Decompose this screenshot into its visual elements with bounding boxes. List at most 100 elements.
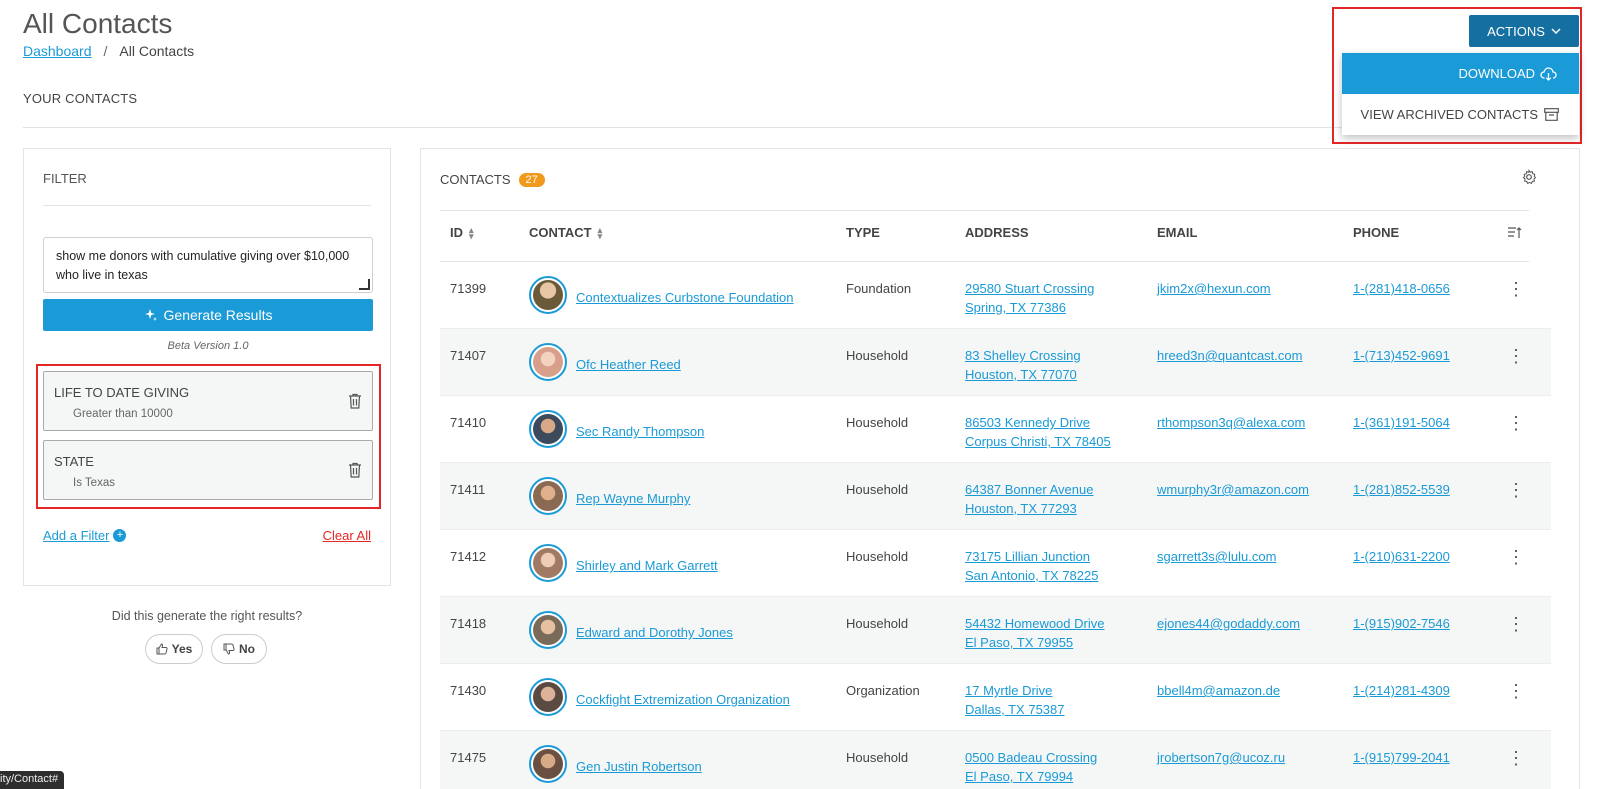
divider	[440, 210, 1529, 211]
page-title: All Contacts	[23, 8, 173, 39]
contact-name-link[interactable]: Ofc Heather Reed	[576, 357, 681, 372]
menu-item-view-archived-contacts[interactable]: VIEW ARCHIVED CONTACTS	[1342, 94, 1579, 135]
column-header-id[interactable]: ID ▴ ▾	[450, 225, 474, 240]
trash-icon[interactable]	[348, 393, 362, 409]
address-link[interactable]: 86503 Kennedy Drive Corpus Christi, TX 78…	[965, 415, 1111, 449]
filter-card-state[interactable]: STATE Is Texas	[43, 440, 373, 500]
table-row: 71430 Cockfight Extremization Organizati…	[440, 664, 1551, 731]
address-link[interactable]: 29580 Stuart Crossing Spring, TX 77386	[965, 281, 1094, 315]
email-link[interactable]: bbell4m@amazon.de	[1157, 683, 1280, 698]
column-sort-order-icon[interactable]	[1507, 226, 1523, 240]
address-line2: El Paso, TX 79994	[965, 769, 1074, 784]
address-link[interactable]: 83 Shelley Crossing Houston, TX 77070	[965, 348, 1081, 382]
filter-title: FILTER	[43, 171, 87, 186]
contact-id: 71399	[450, 281, 487, 296]
ai-query-textarea[interactable]: show me donors with cumulative giving ov…	[43, 237, 373, 293]
contact-id: 71407	[450, 348, 487, 363]
more-vertical-icon[interactable]: ⋮	[1507, 682, 1525, 701]
sort-icon[interactable]: ▴ ▾	[598, 225, 603, 240]
phone-link[interactable]: 1-(281)852-5539	[1353, 482, 1450, 497]
trash-icon[interactable]	[348, 462, 362, 478]
more-vertical-icon[interactable]: ⋮	[1507, 280, 1525, 299]
clear-all-link[interactable]: Clear All	[323, 528, 371, 543]
address-line1: 29580 Stuart Crossing	[965, 281, 1095, 296]
contact-address: 54432 Homewood Drive El Paso, TX 79955	[965, 614, 1104, 652]
address-line1: 0500 Badeau Crossing	[965, 750, 1098, 765]
contact-name-link[interactable]: Rep Wayne Murphy	[576, 491, 690, 506]
address-line2: Dallas, TX 75387	[965, 702, 1065, 717]
address-link[interactable]: 0500 Badeau Crossing El Paso, TX 79994	[965, 750, 1097, 784]
address-link[interactable]: 73175 Lillian Junction San Antonio, TX 78…	[965, 549, 1098, 583]
column-header-contact[interactable]: CONTACT ▴ ▾	[529, 225, 602, 240]
avatar-photo	[533, 682, 563, 712]
email-link[interactable]: jkim2x@hexun.com	[1157, 281, 1271, 296]
contact-phone-cell: 1-(713)452-9691	[1353, 346, 1450, 365]
email-link[interactable]: sgarrett3s@lulu.com	[1157, 549, 1276, 564]
feedback-yes-button[interactable]: Yes	[145, 634, 203, 664]
email-link[interactable]: hreed3n@quantcast.com	[1157, 348, 1302, 363]
phone-link[interactable]: 1-(713)452-9691	[1353, 348, 1450, 363]
email-link[interactable]: rthompson3q@alexa.com	[1157, 415, 1305, 430]
breadcrumb-current: All Contacts	[119, 43, 195, 59]
contact-name-link[interactable]: Edward and Dorothy Jones	[576, 625, 733, 640]
phone-link[interactable]: 1-(361)191-5064	[1353, 415, 1450, 430]
contact-name-link[interactable]: Gen Justin Robertson	[576, 759, 702, 774]
generate-results-button[interactable]: Generate Results	[43, 299, 373, 331]
contacts-count-badge: 27	[518, 172, 545, 187]
add-filter-link[interactable]: Add a Filter +	[43, 528, 127, 543]
actions-button[interactable]: ACTIONS	[1469, 15, 1579, 47]
menu-item-download[interactable]: DOWNLOAD	[1342, 53, 1579, 94]
chevron-down-icon	[1551, 28, 1561, 34]
phone-link[interactable]: 1-(281)418-0656	[1353, 281, 1450, 296]
filter-card-life-to-date-giving[interactable]: LIFE TO DATE GIVING Greater than 10000	[43, 371, 373, 431]
phone-link[interactable]: 1-(214)281-4309	[1353, 683, 1450, 698]
contact-address: 64387 Bonner Avenue Houston, TX 77293	[965, 480, 1093, 518]
section-label: YOUR CONTACTS	[23, 91, 138, 106]
more-vertical-icon[interactable]: ⋮	[1507, 414, 1525, 433]
email-link[interactable]: jrobertson7g@ucoz.ru	[1157, 750, 1285, 765]
address-link[interactable]: 64387 Bonner Avenue Houston, TX 77293	[965, 482, 1093, 516]
more-vertical-icon[interactable]: ⋮	[1507, 749, 1525, 768]
phone-link[interactable]: 1-(915)902-7546	[1353, 616, 1450, 631]
contact-type: Household	[846, 415, 909, 430]
contact-name-link[interactable]: Contextualizes Curbstone Foundation	[576, 290, 794, 305]
menu-item-label: VIEW ARCHIVED CONTACTS	[1360, 107, 1538, 122]
address-line1: 86503 Kennedy Drive	[965, 415, 1091, 430]
sort-icon[interactable]: ▴ ▾	[469, 225, 474, 240]
contact-name-cell: Edward and Dorothy Jones	[576, 623, 733, 642]
email-link[interactable]: ejones44@godaddy.com	[1157, 616, 1300, 631]
table-row: 71418 Edward and Dorothy Jones Household…	[440, 597, 1551, 664]
address-line2: Spring, TX 77386	[965, 300, 1066, 315]
breadcrumb-dashboard-link[interactable]: Dashboard	[23, 43, 92, 59]
more-vertical-icon[interactable]: ⋮	[1507, 615, 1525, 634]
address-line1: 73175 Lillian Junction	[965, 549, 1091, 564]
query-line: show me donors with cumulative giving ov…	[56, 249, 350, 263]
more-vertical-icon[interactable]: ⋮	[1507, 548, 1525, 567]
contact-name-link[interactable]: Cockfight Extremization Organization	[576, 692, 790, 707]
more-vertical-icon[interactable]: ⋮	[1507, 481, 1525, 500]
phone-link[interactable]: 1-(210)631-2200	[1353, 549, 1450, 564]
contact-name-link[interactable]: Shirley and Mark Garrett	[576, 558, 718, 573]
avatar	[529, 343, 567, 381]
address-link[interactable]: 54432 Homewood Drive El Paso, TX 79955	[965, 616, 1104, 650]
email-link[interactable]: wmurphy3r@amazon.com	[1157, 482, 1309, 497]
gear-icon[interactable]	[1521, 169, 1537, 185]
address-line2: San Antonio, TX 78225	[965, 568, 1099, 583]
filter-panel: FILTER show me donors with cumulative gi…	[23, 148, 391, 586]
feedback-no-button[interactable]: No	[211, 634, 267, 664]
avatar	[529, 678, 567, 716]
contact-phone-cell: 1-(915)799-2041	[1353, 748, 1450, 767]
avatar-photo	[533, 749, 563, 779]
more-vertical-icon[interactable]: ⋮	[1507, 347, 1525, 366]
contact-name-cell: Contextualizes Curbstone Foundation	[576, 288, 794, 307]
table-row: 71411 Rep Wayne Murphy Household 64387 B…	[440, 463, 1551, 530]
address-link[interactable]: 17 Myrtle Drive Dallas, TX 75387	[965, 683, 1065, 717]
resize-handle-icon[interactable]	[359, 279, 370, 290]
filter-card-subtitle: Is Texas	[73, 477, 115, 489]
contact-name-link[interactable]: Sec Randy Thompson	[576, 424, 704, 439]
table-row: 71407 Ofc Heather Reed Household 83 Shel…	[440, 329, 1551, 396]
contact-id: 71411	[450, 482, 486, 497]
filter-card-title: LIFE TO DATE GIVING	[54, 385, 190, 400]
contact-id: 71430	[450, 683, 487, 698]
phone-link[interactable]: 1-(915)799-2041	[1353, 750, 1450, 765]
